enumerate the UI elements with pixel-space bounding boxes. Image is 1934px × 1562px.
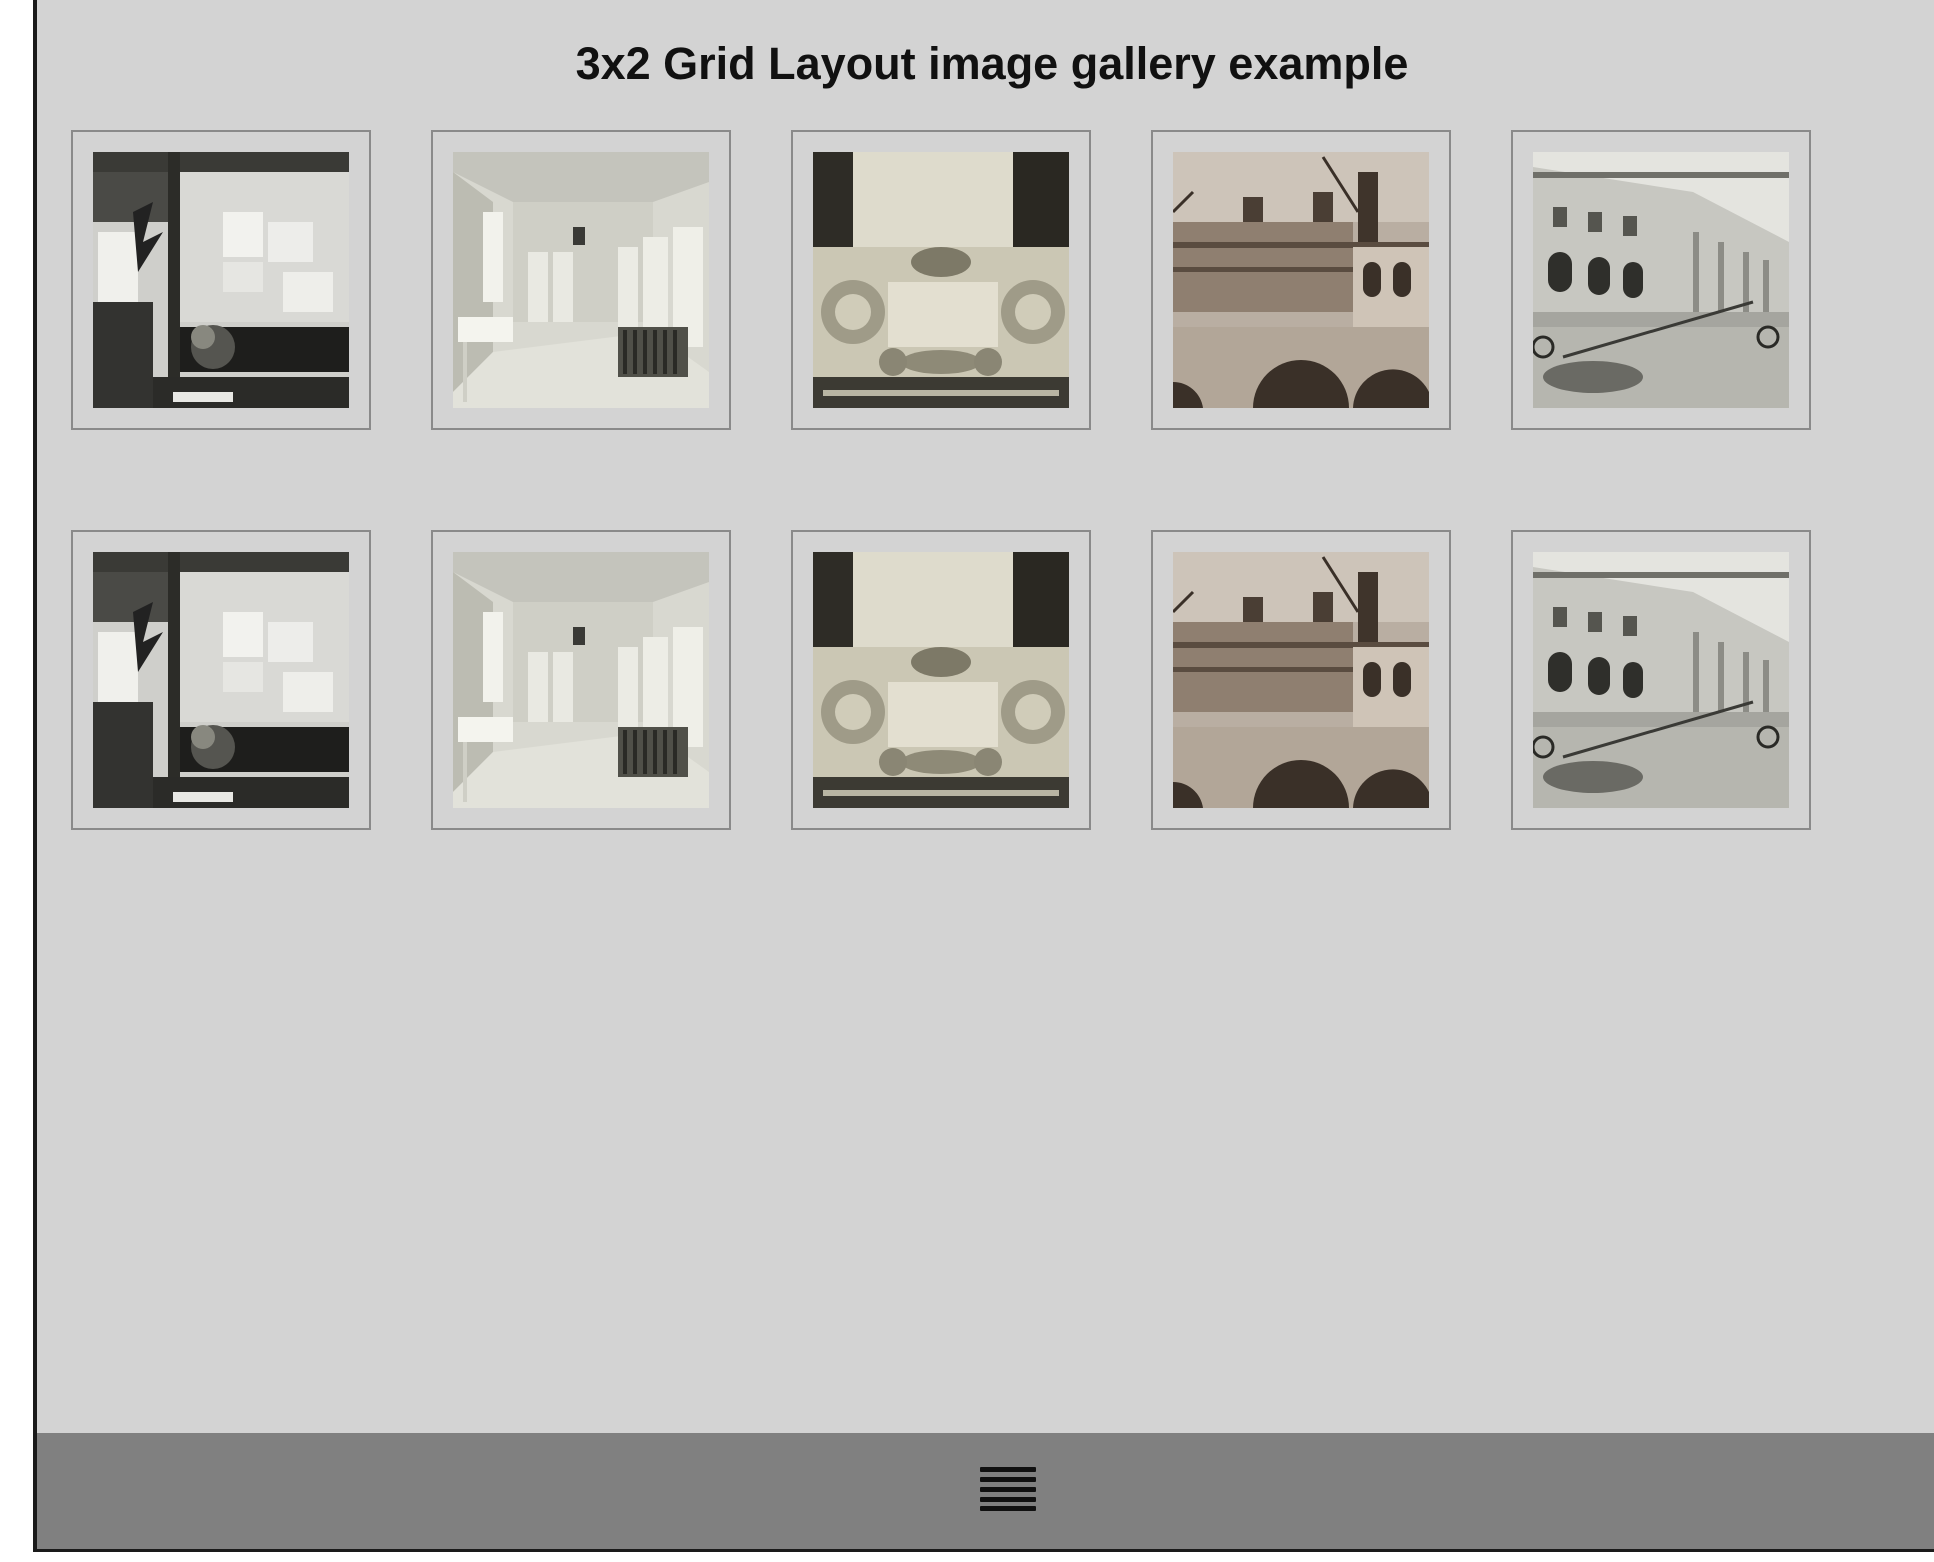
gallery-thumbnail[interactable] — [1151, 130, 1451, 430]
library-facade-photo — [1533, 152, 1789, 408]
page-title: 3x2 Grid Layout image gallery example — [575, 38, 1409, 89]
gallery-thumbnail[interactable] — [71, 530, 371, 830]
carved-stone-cartouche-photo — [813, 552, 1069, 808]
library-facade-photo — [1533, 552, 1789, 808]
gallery-thumbnail[interactable] — [71, 130, 371, 430]
gallery-thumbnail[interactable] — [791, 130, 1091, 430]
page: 3x2 Grid Layout image gallery example — [0, 0, 1934, 1562]
empty-room-radiator-photo — [453, 552, 709, 808]
gallery-thumbnail[interactable] — [431, 130, 731, 430]
library-display-window-photo — [93, 152, 349, 408]
gallery-thumbnail[interactable] — [1511, 530, 1811, 830]
gallery-thumbnail[interactable] — [1151, 530, 1451, 830]
gallery-thumbnail[interactable] — [791, 530, 1091, 830]
library-display-window-photo — [93, 552, 349, 808]
gallery-thumbnail[interactable] — [431, 530, 731, 830]
empty-room-radiator-photo — [453, 152, 709, 408]
hamburger-menu-icon[interactable] — [980, 1467, 1036, 1511]
carved-stone-cartouche-photo — [813, 152, 1069, 408]
gallery-thumbnail[interactable] — [1511, 130, 1811, 430]
building-construction-scaffold-photo — [1173, 552, 1429, 808]
building-construction-scaffold-photo — [1173, 152, 1429, 408]
